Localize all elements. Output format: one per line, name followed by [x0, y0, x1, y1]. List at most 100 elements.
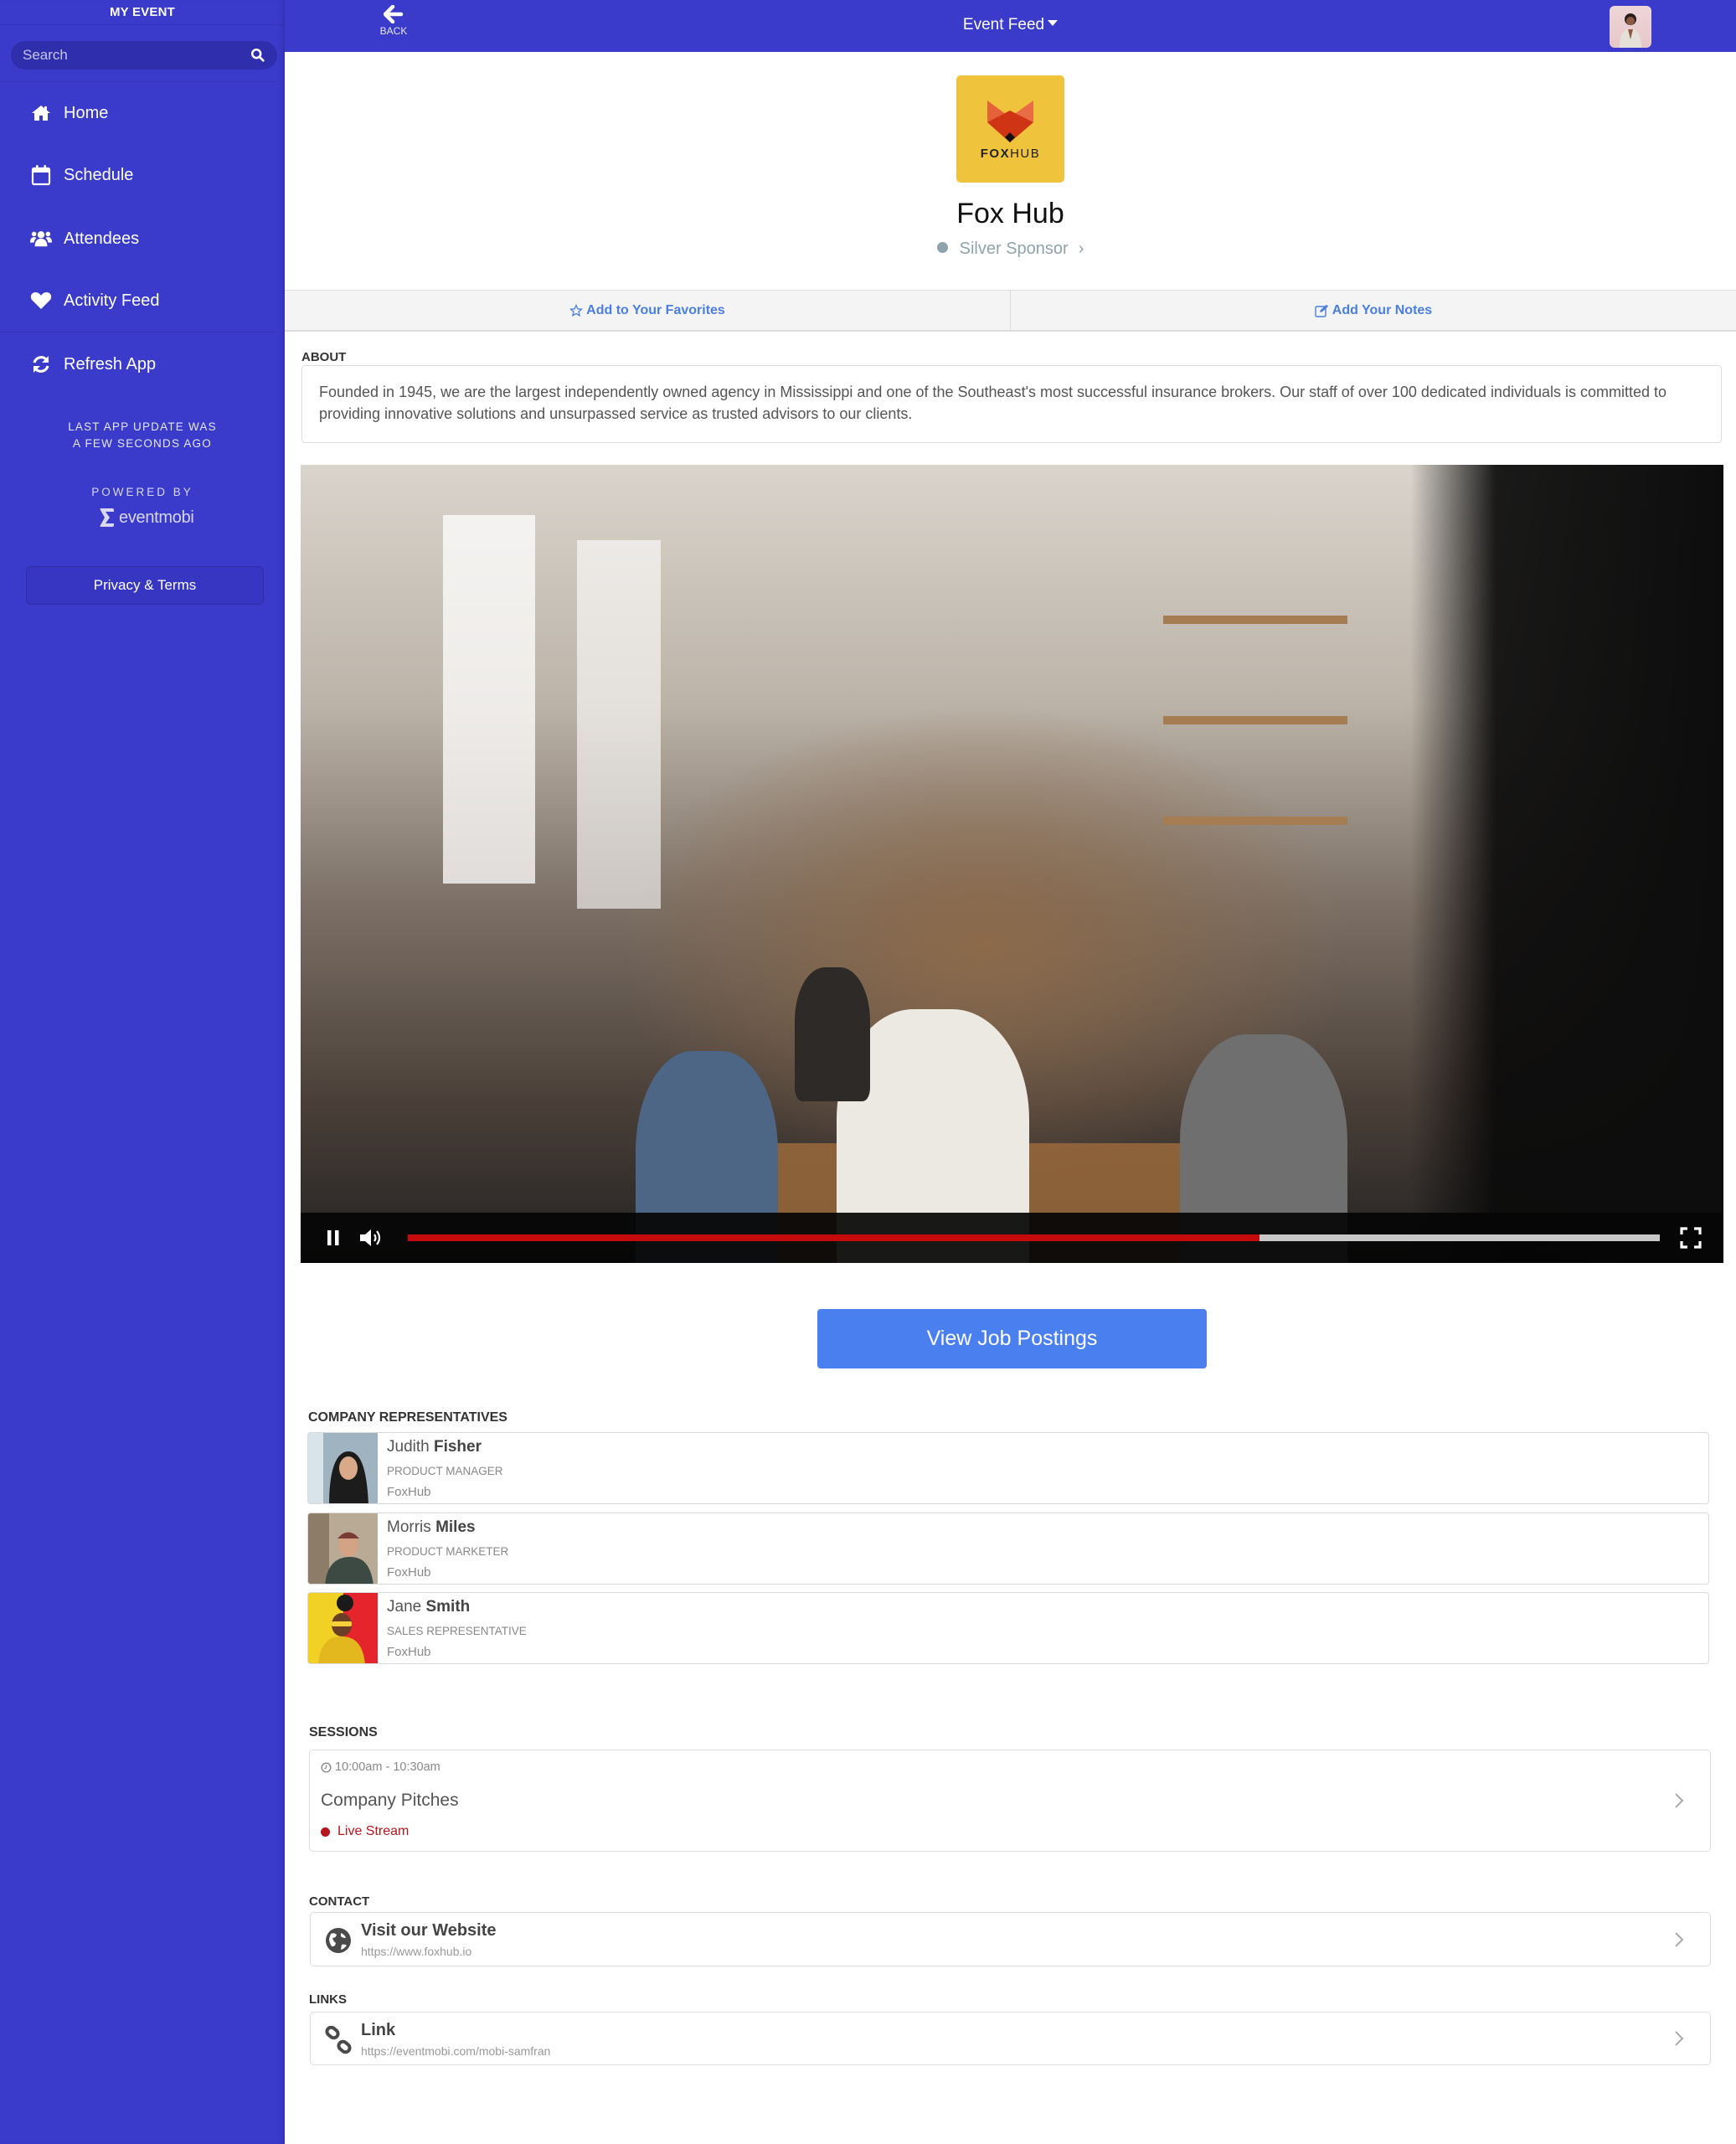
session-time: 10:00am - 10:30am — [321, 1760, 440, 1774]
sidebar: MY EVENT Home Schedule Attendees Activit… — [0, 0, 285, 2144]
chevron-right-icon — [1675, 1931, 1684, 1947]
event-feed-dropdown[interactable]: Event Feed — [962, 16, 1059, 34]
link-title: Link — [361, 2021, 396, 2039]
user-avatar[interactable] — [1610, 6, 1651, 48]
action-bar: Add to Your Favorites Add Your Notes — [285, 290, 1736, 332]
arrow-left-icon — [384, 5, 404, 23]
eventmobi-logo: eventmobi — [99, 507, 194, 528]
sidebar-item-home[interactable]: Home — [0, 82, 276, 144]
event-feed-label: Event Feed — [962, 16, 1045, 34]
video-player[interactable] — [301, 465, 1723, 1263]
clock-icon — [321, 1761, 332, 1773]
representative-title: PRODUCT MARKETER — [387, 1545, 509, 1558]
website-url: https://www.foxhub.io — [361, 1945, 472, 1958]
representative-last-name: Fisher — [433, 1438, 482, 1456]
search-input[interactable] — [23, 47, 250, 64]
company-name: Fox Hub — [956, 198, 1064, 229]
eventmobi-wordmark: eventmobi — [119, 508, 194, 527]
representative-card[interactable]: Jane Smith SALES REPRESENTATIVE FoxHub — [307, 1592, 1709, 1664]
video-controls — [301, 1213, 1723, 1263]
logo-text-bold: FOX — [980, 147, 1011, 161]
sidebar-item-attendees[interactable]: Attendees — [0, 208, 276, 270]
add-to-favorites-button[interactable]: Add to Your Favorites — [285, 291, 1010, 330]
logo-text-light: HUB — [1010, 147, 1041, 161]
representative-name: Morris Miles — [387, 1518, 476, 1537]
representative-title: SALES REPRESENTATIVE — [387, 1625, 527, 1637]
video-progress-bar[interactable] — [408, 1234, 1660, 1241]
session-card[interactable]: 10:00am - 10:30am Company Pitches Live S… — [309, 1750, 1711, 1852]
representative-company: FoxHub — [387, 1485, 431, 1499]
sponsor-level-link[interactable]: Silver Sponsor › — [285, 240, 1736, 259]
about-heading: ABOUT — [301, 350, 347, 364]
add-notes-button[interactable]: Add Your Notes — [1010, 291, 1736, 330]
add-notes-label: Add Your Notes — [1332, 302, 1433, 317]
top-header: BACK Event Feed — [285, 0, 1736, 52]
session-time-label: 10:00am - 10:30am — [335, 1760, 440, 1774]
star-icon — [569, 303, 584, 317]
representatives-heading: COMPANY REPRESENTATIVES — [308, 1410, 507, 1425]
sidebar-item-label: Schedule — [64, 165, 134, 184]
volume-button[interactable] — [358, 1224, 386, 1252]
sessions-heading: SESSIONS — [309, 1725, 378, 1739]
representative-photo — [308, 1433, 378, 1503]
live-stream-badge: Live Stream — [321, 1824, 409, 1839]
chevron-right-icon — [1675, 2031, 1684, 2046]
website-contact-card[interactable]: Visit our Website https://www.foxhub.io — [310, 1912, 1711, 1966]
video-scene-person — [795, 967, 870, 1101]
search-icon[interactable] — [250, 48, 265, 63]
live-dot-icon — [321, 1827, 330, 1837]
representative-first-name: Jane — [387, 1598, 422, 1616]
chevron-right-icon — [1675, 1793, 1684, 1808]
representative-first-name: Judith — [387, 1438, 430, 1456]
video-progress-fill — [408, 1234, 1260, 1241]
fox-logo-icon — [987, 100, 1033, 142]
refresh-icon — [30, 353, 52, 375]
representative-first-name: Morris — [387, 1518, 431, 1536]
representative-card[interactable]: Judith Fisher PRODUCT MANAGER FoxHub — [307, 1432, 1709, 1504]
representative-photo — [308, 1593, 378, 1663]
representative-company: FoxHub — [387, 1645, 431, 1659]
representative-last-name: Miles — [435, 1518, 476, 1536]
representative-photo — [308, 1513, 378, 1584]
representative-name: Jane Smith — [387, 1598, 470, 1616]
video-scene-shelf — [1163, 716, 1347, 724]
last-update-status: LAST APP UPDATE WAS A FEW SECONDS AGO — [0, 419, 285, 452]
heart-icon — [30, 290, 52, 312]
pause-icon — [327, 1230, 339, 1245]
live-stream-label: Live Stream — [337, 1824, 410, 1838]
event-title: MY EVENT — [0, 0, 285, 25]
video-scene-window — [443, 515, 535, 884]
link-url: https://eventmobi.com/mobi-samfran — [361, 2044, 551, 2058]
sponsor-level-label: Silver Sponsor — [959, 240, 1069, 258]
representative-card[interactable]: Morris Miles PRODUCT MARKETER FoxHub — [307, 1513, 1709, 1585]
edit-icon — [1315, 304, 1329, 317]
sidebar-item-label: Refresh App — [64, 354, 157, 374]
about-text: Founded in 1945, we are the largest inde… — [301, 365, 1722, 443]
last-update-line2: A FEW SECONDS AGO — [73, 437, 212, 450]
chevron-right-icon: › — [1078, 240, 1084, 258]
logo-wordmark: FOXHUB — [956, 147, 1064, 161]
website-title: Visit our Website — [361, 1921, 497, 1940]
last-update-line1: LAST APP UPDATE WAS — [68, 420, 217, 433]
video-scene-shelf — [1163, 817, 1347, 825]
sidebar-item-label: Activity Feed — [64, 291, 160, 310]
sponsor-level-dot — [936, 242, 948, 254]
link-card[interactable]: Link https://eventmobi.com/mobi-samfran — [310, 2012, 1711, 2065]
sidebar-item-schedule[interactable]: Schedule — [0, 144, 276, 206]
view-job-postings-button[interactable]: View Job Postings — [817, 1309, 1207, 1368]
session-title: Company Pitches — [321, 1791, 459, 1810]
sidebar-search[interactable] — [11, 41, 277, 70]
sidebar-item-refresh-app[interactable]: Refresh App — [0, 333, 276, 395]
pause-button[interactable] — [319, 1224, 348, 1252]
link-icon — [325, 2026, 352, 2054]
globe-icon — [326, 1928, 351, 1953]
sidebar-item-activity-feed[interactable]: Activity Feed — [0, 270, 276, 332]
privacy-terms-button[interactable]: Privacy & Terms — [26, 566, 264, 605]
fullscreen-button[interactable] — [1677, 1224, 1705, 1252]
contact-heading: CONTACT — [309, 1894, 370, 1909]
eventmobi-mark-icon — [100, 508, 114, 527]
fullscreen-icon — [1680, 1227, 1702, 1249]
users-icon — [30, 228, 52, 250]
back-button[interactable]: BACK — [368, 5, 419, 47]
avatar-photo — [1620, 13, 1641, 48]
